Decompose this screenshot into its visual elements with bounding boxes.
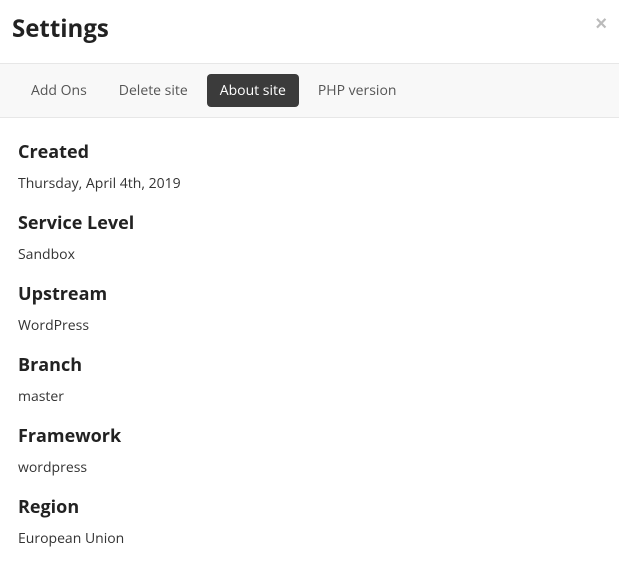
field-label: Created	[18, 140, 601, 164]
field-label: Service Level	[18, 211, 601, 235]
tab-add-ons[interactable]: Add Ons	[18, 74, 100, 107]
field-value: master	[18, 387, 601, 406]
modal-title: Settings	[12, 12, 607, 45]
field-framework: Framework wordpress	[18, 424, 601, 477]
field-value: Sandbox	[18, 245, 601, 264]
field-branch: Branch master	[18, 353, 601, 406]
field-value: European Union	[18, 529, 601, 548]
field-value: WordPress	[18, 316, 601, 335]
field-service-level: Service Level Sandbox	[18, 211, 601, 264]
field-value: wordpress	[18, 458, 601, 477]
field-upstream: Upstream WordPress	[18, 282, 601, 335]
field-created: Created Thursday, April 4th, 2019	[18, 140, 601, 193]
tab-about-site[interactable]: About site	[207, 74, 299, 107]
field-label: Upstream	[18, 282, 601, 306]
about-site-content: Created Thursday, April 4th, 2019 Servic…	[0, 118, 619, 584]
field-label: Framework	[18, 424, 601, 448]
field-label: Region	[18, 495, 601, 519]
tabs-bar: Add Ons Delete site About site PHP versi…	[0, 63, 619, 118]
close-icon[interactable]: ×	[595, 14, 607, 34]
tab-delete-site[interactable]: Delete site	[106, 74, 201, 107]
field-region: Region European Union	[18, 495, 601, 548]
field-value: Thursday, April 4th, 2019	[18, 174, 601, 193]
modal-header: Settings ×	[0, 0, 619, 63]
tab-php-version[interactable]: PHP version	[305, 74, 410, 107]
field-label: Branch	[18, 353, 601, 377]
